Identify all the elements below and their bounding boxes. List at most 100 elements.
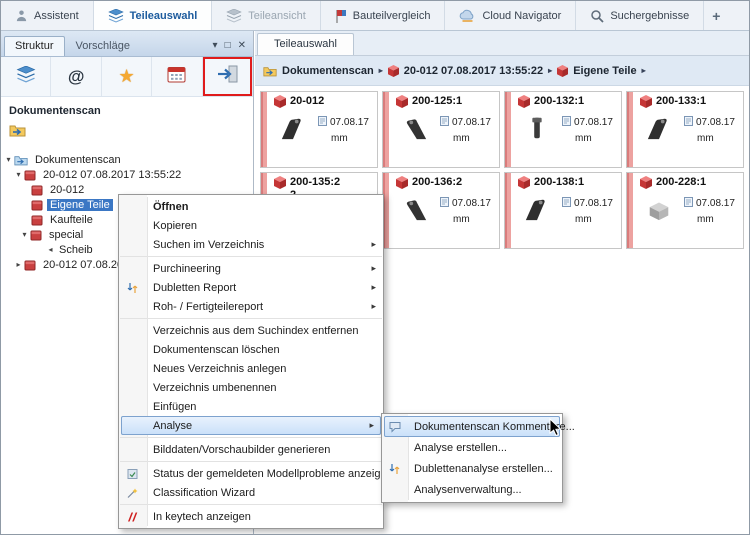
part-date: 07.08.17 — [452, 198, 491, 209]
part-card[interactable]: 200-138:1 07.08.17 mm — [504, 172, 622, 249]
menu-item-label: Classification Wizard — [153, 486, 256, 499]
part-title: 200-228:1 — [656, 176, 707, 188]
tab-teileansicht[interactable]: Teileansicht — [212, 1, 321, 30]
menu-item-label: Bilddaten/Vorschaubilder generieren — [153, 443, 331, 456]
expander-icon[interactable]: ▾ — [13, 170, 24, 179]
tree-item-label: special — [49, 228, 84, 241]
document-scan-icon — [217, 65, 238, 88]
part-card[interactable]: 200-133:1 07.08.17 mm — [626, 91, 744, 168]
expander-icon[interactable]: ▸ — [13, 260, 24, 269]
expander-icon[interactable]: ▾ — [19, 230, 30, 239]
menu-item-roh-fertigteilereport[interactable]: Roh- / Fertigteilereport — [119, 297, 383, 316]
menu-item-kopieren[interactable]: Kopieren — [119, 216, 383, 235]
breadcrumb-item[interactable]: 20-012 07.08.2017 13:55:22 — [404, 65, 543, 77]
tab-suchergebnisse[interactable]: Suchergebnisse — [576, 1, 705, 30]
menu-item-verzeichnis-aus-suchindex-entfernen[interactable]: Verzeichnis aus dem Suchindex entfernen — [119, 321, 383, 340]
tab-teileauswahl[interactable]: Teileauswahl — [93, 1, 213, 30]
document-icon — [440, 197, 449, 210]
part-thumbnail — [396, 195, 434, 223]
part-cube-icon — [640, 176, 652, 192]
part-card[interactable]: 200-136:2 07.08.17 mm — [382, 172, 500, 249]
breadcrumb-arrow-icon: ▸ — [378, 66, 383, 75]
application-window: Assistent Teileauswahl Teileansicht Baut… — [0, 0, 750, 535]
favorites-button[interactable]: ★ — [102, 57, 153, 96]
menu-item-bilddaten-vorschaubilder-generieren[interactable]: Bilddaten/Vorschaubilder generieren — [119, 440, 383, 459]
menu-item-label: Neues Verzeichnis anlegen — [153, 362, 287, 375]
menu-item-label: Einfügen — [153, 400, 197, 413]
tab-teileauswahl-panel[interactable]: Teileauswahl — [257, 33, 354, 55]
menu-separator — [120, 461, 382, 462]
tree-item-label-selected: Eigene Teile — [47, 198, 113, 211]
red-folder-icon — [31, 214, 43, 226]
menu-item-purchineering[interactable]: Purchineering — [119, 259, 383, 278]
menu-item-label: Öffnen — [153, 200, 189, 213]
document-icon — [562, 197, 571, 210]
menu-item-dokumentenscan-loeschen[interactable]: Dokumentenscan löschen — [119, 340, 383, 359]
menu-item-status-modellprobleme[interactable]: Status der gemeldeten Modellprobleme anz… — [119, 464, 393, 483]
tab-struktur[interactable]: Struktur — [4, 36, 65, 56]
part-unit: mm — [575, 133, 592, 144]
part-cube-icon — [396, 95, 408, 111]
expander-icon[interactable]: ▾ — [3, 155, 14, 164]
part-card[interactable]: 200-125:1 07.08.17 mm — [382, 91, 500, 168]
tab-assistent[interactable]: Assistent — [1, 1, 94, 30]
menu-item-classification-wizard[interactable]: Classification Wizard — [119, 483, 383, 502]
menu-item-analyse[interactable]: Analyse — [121, 416, 381, 435]
search-icon — [590, 9, 604, 23]
part-card[interactable]: 200-228:1 07.08.17 mm — [626, 172, 744, 249]
breadcrumb-item[interactable]: Dokumentenscan — [282, 65, 374, 77]
calendar-button[interactable] — [152, 57, 203, 96]
add-tab-button[interactable]: + — [704, 1, 728, 30]
structure-toolbar: @ ★ — [1, 57, 254, 97]
submenu-item-dublettenanalyse-erstellen[interactable]: Dublettenanalyse erstellen... — [382, 458, 562, 479]
panel-tab-strip: Teileauswahl — [255, 31, 749, 56]
part-cube-icon — [518, 95, 530, 111]
part-date: 07.08.17 — [696, 117, 735, 128]
menu-item-dubletten-report[interactable]: Dubletten Report — [119, 278, 383, 297]
close-icon[interactable]: ✕ — [238, 40, 246, 51]
tree-item-label: Kaufteile — [50, 213, 93, 226]
menu-item-oeffnen[interactable]: Öffnen — [119, 197, 383, 216]
tree-item-dokumentenscan[interactable]: ▾ Dokumentenscan — [1, 152, 253, 167]
menu-item-neues-verzeichnis-anlegen[interactable]: Neues Verzeichnis anlegen — [119, 359, 383, 378]
submenu-item-analysenverwaltung[interactable]: Analysenverwaltung... — [382, 479, 562, 500]
menu-item-label: Analyse erstellen... — [414, 441, 507, 454]
part-date: 07.08.17 — [330, 117, 369, 128]
submenu-item-analyse-erstellen[interactable]: Analyse erstellen... — [382, 437, 562, 458]
tree-item-label: Dokumentenscan — [35, 153, 121, 166]
tab-bauteilvergleich[interactable]: Bauteilvergleich — [321, 1, 446, 30]
document-scan-button[interactable] — [203, 57, 254, 96]
breadcrumb-item[interactable]: Eigene Teile — [573, 65, 636, 77]
menu-item-in-keytech-anzeigen[interactable]: In keytech anzeigen — [119, 507, 383, 526]
menu-item-label: Dublettenanalyse erstellen... — [414, 462, 553, 475]
menu-item-einfuegen[interactable]: Einfügen — [119, 397, 383, 416]
context-menu: Öffnen Kopieren Suchen im Verzeichnis Pu… — [118, 194, 393, 529]
submenu-item-dokumentenscan-kommentare[interactable]: Dokumentenscan Kommentare... — [384, 416, 575, 437]
layers-button[interactable] — [1, 57, 52, 96]
part-unit: mm — [697, 133, 714, 144]
layers-gray-icon — [226, 8, 243, 23]
part-unit: mm — [575, 214, 592, 225]
menu-item-suchen-im-verzeichnis[interactable]: Suchen im Verzeichnis — [119, 235, 383, 254]
menu-item-label: Kopieren — [153, 219, 198, 232]
part-cube-icon — [274, 176, 286, 192]
menu-item-verzeichnis-umbenennen[interactable]: Verzeichnis umbenennen — [119, 378, 383, 397]
document-icon — [684, 116, 693, 129]
breadcrumb-arrow-icon: ▸ — [641, 66, 646, 75]
tree-item-scan-folder[interactable]: ▾ 20-012 07.08.2017 13:55:22 — [1, 167, 253, 182]
menu-separator — [120, 256, 382, 257]
tab-vorschlaege[interactable]: Vorschläge — [65, 36, 141, 56]
menu-item-label: In keytech anzeigen — [153, 510, 251, 523]
at-button[interactable]: @ — [51, 57, 102, 96]
part-thumbnail — [640, 114, 678, 142]
expander-icon[interactable]: ◂ — [45, 245, 56, 254]
part-thumbnail — [640, 195, 678, 223]
panel-menu-icon[interactable]: ▾ — [213, 40, 218, 51]
part-card[interactable]: 20-012 07.08.17 mm — [260, 91, 378, 168]
duplicates-icon — [389, 463, 400, 475]
tab-label: Teileauswahl — [274, 38, 337, 50]
maximize-icon[interactable]: □ — [225, 40, 231, 51]
tab-cloud-navigator[interactable]: Cloud Navigator — [445, 1, 577, 30]
part-card[interactable]: 200-132:1 07.08.17 mm — [504, 91, 622, 168]
part-unit: mm — [453, 214, 470, 225]
